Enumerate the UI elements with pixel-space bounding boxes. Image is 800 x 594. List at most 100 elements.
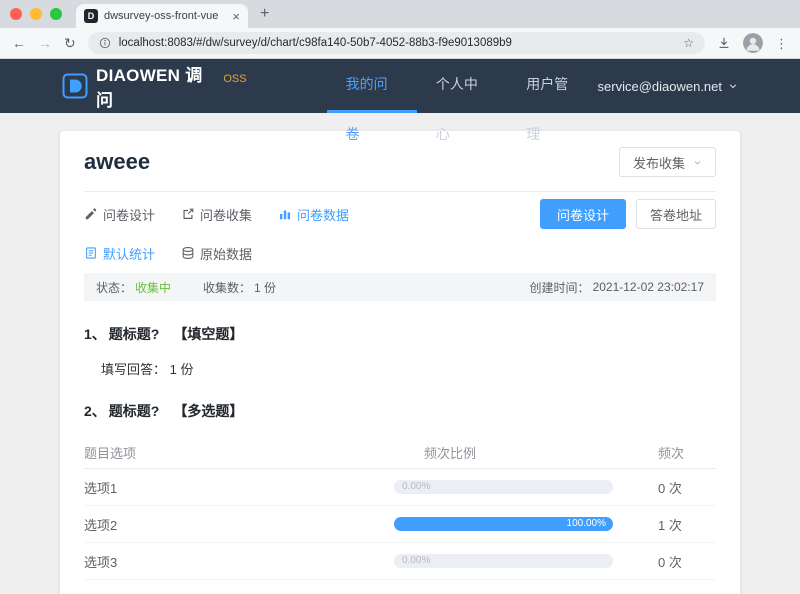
survey-card: aweee 发布收集 问卷设计 问卷收集 问卷数据 问卷设计 答卷地址 默认统计… xyxy=(60,131,740,594)
percent-label: 0.00% xyxy=(402,555,431,566)
database-icon xyxy=(181,246,195,260)
logo-text: DIAOWEN 调问 xyxy=(96,66,203,110)
clipboard-icon xyxy=(84,246,98,260)
browser-menu-icon[interactable]: ⋮ xyxy=(775,37,788,50)
share-icon xyxy=(181,207,195,221)
tab-label: 问卷收集 xyxy=(200,207,253,223)
window-minimize-button[interactable] xyxy=(30,8,42,20)
account-menu[interactable]: service@diaowen.net xyxy=(598,79,738,94)
window-zoom-button[interactable] xyxy=(50,8,62,20)
option-label: 选项3 xyxy=(84,554,118,570)
table-header-row: 题目选项 频次比例 频次 xyxy=(84,437,716,469)
question-type-tag: 【填空题】 xyxy=(173,326,244,342)
options-table: 题目选项 频次比例 频次 选项1 0.00% 0 次 选项2 100.00% 1… xyxy=(84,437,716,580)
page-content: aweee 发布收集 问卷设计 问卷收集 问卷数据 问卷设计 答卷地址 默认统计… xyxy=(0,113,800,594)
subtab-label: 默认统计 xyxy=(103,246,156,262)
count-value: 1 次 xyxy=(658,517,682,533)
app-logo[interactable]: DIAOWEN 调问 OSS xyxy=(62,61,247,111)
question-2-header: 2、 题标题? 【多选题】 xyxy=(84,401,716,421)
progress-cell: 100.00% xyxy=(394,517,658,531)
downloads-icon[interactable] xyxy=(717,36,731,50)
chevron-down-icon xyxy=(728,81,738,91)
count-value: 0 次 xyxy=(658,554,682,570)
publish-collect-label: 发布收集 xyxy=(632,155,685,171)
diaowen-logo-icon xyxy=(62,73,88,99)
tab-label: 问卷设计 xyxy=(103,207,156,223)
survey-tabs-row: 问卷设计 问卷收集 问卷数据 问卷设计 答卷地址 xyxy=(84,192,716,236)
title-row: aweee 发布收集 xyxy=(84,131,716,177)
account-email: service@diaowen.net xyxy=(597,78,722,94)
header-option: 题目选项 xyxy=(84,446,137,461)
option-label: 选项2 xyxy=(84,517,118,533)
table-row: 选项2 100.00% 1 次 xyxy=(84,506,716,543)
chevron-down-icon xyxy=(693,158,702,167)
progress-cell: 0.00% xyxy=(394,554,658,568)
created-time-value: 2021-12-02 23:02:17 xyxy=(592,280,704,294)
answer-url-button[interactable]: 答卷地址 xyxy=(635,199,716,229)
answer-value: 1 份 xyxy=(169,362,194,377)
subtab-raw-data[interactable]: 原始数据 xyxy=(181,244,252,263)
tab-favicon-icon: D xyxy=(84,9,98,23)
browser-toolbar: ← → ↻ localhost:8083/#/dw/survey/d/chart… xyxy=(0,28,800,59)
subtab-label: 原始数据 xyxy=(200,246,253,262)
browser-tab[interactable]: D dwsurvey-oss-front-vue × xyxy=(76,4,248,28)
percent-label: 100.00% xyxy=(566,518,606,529)
bar-chart-icon xyxy=(278,207,292,221)
header-ratio: 频次比例 xyxy=(424,446,477,461)
header-count: 频次 xyxy=(658,446,685,461)
tab-survey-design[interactable]: 问卷设计 xyxy=(84,205,155,224)
site-info-icon[interactable] xyxy=(99,37,111,49)
tab-label: 问卷数据 xyxy=(297,207,350,223)
window-close-button[interactable] xyxy=(10,8,22,20)
back-button[interactable]: ← xyxy=(12,36,26,50)
progress-cell: 0.00% xyxy=(394,480,658,494)
status-label: 状态： xyxy=(96,280,133,295)
progress-track: 0.00% xyxy=(394,554,613,568)
answer-label: 填写回答： xyxy=(101,362,167,377)
question-title: 题标题? xyxy=(108,403,160,419)
forward-button[interactable]: → xyxy=(38,36,52,50)
pencil-icon xyxy=(84,207,98,221)
question-type-tag: 【多选题】 xyxy=(173,403,244,419)
collect-count-label: 收集数： xyxy=(203,280,252,295)
count-value: 0 次 xyxy=(658,480,682,496)
tab-survey-collect[interactable]: 问卷收集 xyxy=(181,205,252,224)
publish-collect-button[interactable]: 发布收集 xyxy=(618,147,716,177)
progress-track: 100.00% xyxy=(394,517,613,531)
nav-item-user-management[interactable]: 用户管理 xyxy=(507,59,597,142)
action-buttons: 问卷设计 答卷地址 xyxy=(539,199,716,229)
address-bar[interactable]: localhost:8083/#/dw/survey/d/chart/c98fa… xyxy=(87,32,705,54)
survey-design-button[interactable]: 问卷设计 xyxy=(539,199,626,229)
progress-track: 0.00% xyxy=(394,480,613,494)
url-text: localhost:8083/#/dw/survey/d/chart/c98fa… xyxy=(118,37,512,49)
question-1-header: 1、 题标题? 【填空题】 xyxy=(84,324,716,344)
subtab-default-stats[interactable]: 默认统计 xyxy=(84,244,155,263)
status-bar: 状态： 收集中 收集数： 1 份 创建时间： 2021-12-02 23:02:… xyxy=(84,273,716,301)
profile-avatar[interactable] xyxy=(743,33,763,53)
nav-item-my-surveys[interactable]: 我的问卷 xyxy=(326,59,417,142)
stats-subtabs: 默认统计 原始数据 xyxy=(84,236,716,270)
window-controls xyxy=(10,8,62,20)
percent-label: 0.00% xyxy=(402,481,431,492)
app-header: DIAOWEN 调问 OSS 我的问卷 个人中心 用户管理 service@di… xyxy=(0,59,800,142)
table-row: 选项1 0.00% 0 次 xyxy=(84,469,716,506)
nav-item-personal-center[interactable]: 个人中心 xyxy=(417,59,507,142)
tab-title: dwsurvey-oss-front-vue xyxy=(104,10,219,22)
created-time-label: 创建时间： xyxy=(529,280,590,295)
question-title: 题标题? xyxy=(108,326,160,342)
table-row: 选项3 0.00% 0 次 xyxy=(84,543,716,580)
question-index: 1、 xyxy=(84,326,106,342)
bookmark-star-icon[interactable]: ☆ xyxy=(683,37,694,49)
survey-title: aweee xyxy=(84,149,151,174)
new-tab-button[interactable]: + xyxy=(260,6,269,22)
tab-survey-data[interactable]: 问卷数据 xyxy=(278,205,349,224)
oss-badge: OSS xyxy=(223,73,247,85)
question-index: 2、 xyxy=(84,403,106,419)
tab-close-icon[interactable]: × xyxy=(232,10,240,23)
browser-tab-strip: D dwsurvey-oss-front-vue × + xyxy=(0,0,800,28)
progress-fill: 100.00% xyxy=(394,517,613,531)
main-nav: 我的问卷 个人中心 用户管理 xyxy=(326,59,598,142)
collect-count-value: 1 份 xyxy=(254,280,277,295)
question-1-answer-line: 填写回答： 1 份 xyxy=(101,359,716,378)
reload-button[interactable]: ↻ xyxy=(64,36,76,50)
